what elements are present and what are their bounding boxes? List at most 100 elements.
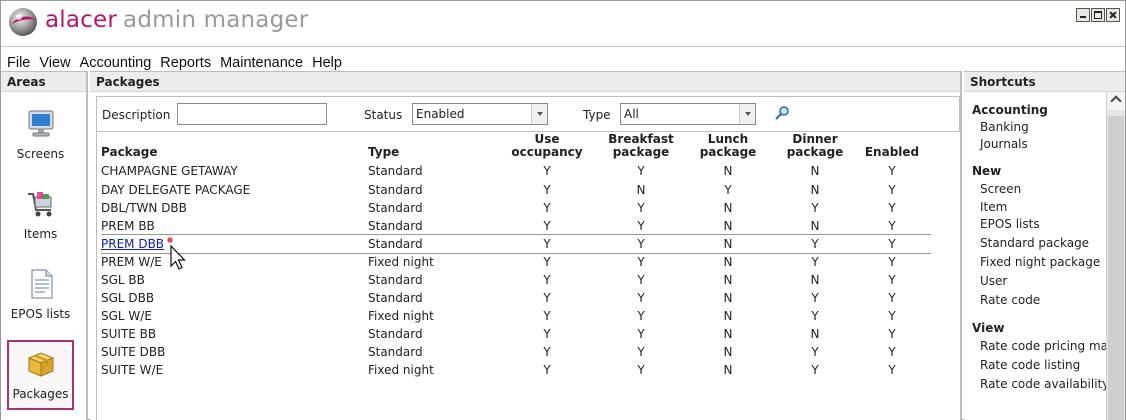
col-breakfast[interactable]: Breakfast package: [601, 133, 681, 159]
cell-breakfast: Y: [637, 237, 645, 251]
search-icon[interactable]: [774, 105, 790, 121]
cell-enabled: Y: [888, 183, 896, 197]
shortcut-group-accounting: Accounting: [972, 103, 1048, 117]
table-row[interactable]: PREM W/E Fixed night Y Y N Y Y: [101, 253, 931, 271]
table-row[interactable]: CHAMPAGNE GETAWAY Standard Y Y N N Y: [101, 162, 931, 180]
type-select[interactable]: All: [620, 103, 756, 125]
menu-help[interactable]: Help: [312, 55, 342, 71]
cell-use-occupancy: Y: [543, 327, 551, 341]
col-package[interactable]: Package: [101, 146, 158, 159]
table-row[interactable]: SUITE BB Standard Y Y N N Y: [101, 325, 931, 343]
alacer-logo-icon: [9, 8, 37, 36]
shortcut-rate-code-availability[interactable]: Rate code availability: [964, 375, 1106, 394]
cell-enabled: Y: [888, 237, 896, 251]
col-use-occupancy-line2: occupancy: [511, 145, 583, 159]
shortcut-rate-code-listing[interactable]: Rate code listing: [964, 356, 1106, 375]
cell-lunch: N: [723, 291, 733, 305]
cell-package: DAY DELEGATE PACKAGE: [101, 183, 251, 197]
shortcut-new-user[interactable]: User: [964, 272, 1106, 291]
table-row[interactable]: SUITE W/E Fixed night Y Y N Y Y: [101, 361, 931, 379]
cell-type: Fixed night: [368, 255, 434, 269]
cell-package: CHAMPAGNE GETAWAY: [101, 164, 238, 178]
brand-primary: alacer: [45, 7, 118, 33]
maximize-button[interactable]: [1091, 8, 1105, 22]
area-epos-lists[interactable]: EPOS lists: [7, 262, 74, 332]
chevron-down-icon[interactable]: [739, 104, 755, 124]
cell-dinner: N: [810, 273, 820, 287]
cell-dinner: Y: [811, 309, 819, 323]
shortcuts-panel: Shortcuts Accounting Banking Journals Ne…: [964, 71, 1125, 420]
cell-lunch: N: [723, 363, 733, 377]
cell-package-link[interactable]: PREM DBB: [101, 237, 164, 251]
col-dinner-line2: package: [786, 145, 844, 159]
cell-use-occupancy: Y: [543, 255, 551, 269]
type-select-value: All: [624, 107, 639, 121]
table-row[interactable]: SGL DBB Standard Y Y N Y Y: [101, 289, 931, 307]
table-row[interactable]: SGL BB Standard Y Y N N Y: [101, 271, 931, 289]
area-packages-label: Packages: [12, 387, 69, 401]
cell-type: Standard: [368, 183, 423, 197]
cell-dinner: Y: [811, 345, 819, 359]
cell-package: SGL W/E: [101, 309, 152, 323]
cell-dinner: Y: [811, 201, 819, 215]
cell-type: Standard: [368, 201, 423, 215]
cell-breakfast: Y: [637, 291, 645, 305]
scroll-up-chevron-icon[interactable]: [1107, 92, 1125, 110]
cell-lunch: Y: [724, 183, 732, 197]
menu-accounting[interactable]: Accounting: [80, 55, 152, 71]
table-row[interactable]: PREM BB Standard Y Y N N Y: [101, 217, 931, 235]
minimize-button[interactable]: [1076, 8, 1090, 22]
window-controls: [1076, 8, 1120, 22]
description-label: Description: [102, 108, 171, 122]
menu-maintenance[interactable]: Maintenance: [220, 55, 303, 71]
description-input[interactable]: [177, 103, 327, 125]
shortcut-new-epos-lists[interactable]: EPOS lists: [964, 215, 1106, 234]
cell-lunch: N: [723, 219, 733, 233]
table-row[interactable]: DBL/TWN DBB Standard Y Y N Y Y: [101, 199, 931, 217]
chevron-down-icon[interactable]: [531, 104, 547, 124]
shortcut-new-screen[interactable]: Screen: [964, 180, 1106, 199]
cell-dinner: N: [810, 164, 820, 178]
col-use-occupancy[interactable]: Use occupancy: [507, 133, 587, 159]
col-enabled[interactable]: Enabled: [862, 146, 922, 159]
cell-lunch: N: [723, 255, 733, 269]
shortcut-rate-code-pricing-map[interactable]: Rate code pricing map: [964, 337, 1106, 356]
area-screens[interactable]: Screens: [7, 102, 74, 172]
col-lunch[interactable]: Lunch package: [688, 133, 768, 159]
packages-title: Packages: [90, 72, 960, 92]
area-items[interactable]: Items: [7, 182, 74, 252]
shortcut-new-item[interactable]: Item: [964, 199, 1106, 215]
cell-package: SGL BB: [101, 273, 145, 287]
cell-type: Fixed night: [368, 309, 434, 323]
shortcut-banking[interactable]: Banking: [964, 119, 1106, 136]
table-row-selected[interactable]: PREM DBB Standard Y Y N Y Y: [101, 234, 931, 254]
table-row[interactable]: SUITE DBB Standard Y Y N Y Y: [101, 343, 931, 361]
cell-dinner: N: [810, 219, 820, 233]
menu-reports[interactable]: Reports: [160, 55, 211, 71]
table-row[interactable]: DAY DELEGATE PACKAGE Standard Y N Y N Y: [101, 181, 931, 199]
cell-lunch: N: [723, 273, 733, 287]
areas-panel: Areas Screens Items EPOS lists Packages: [1, 71, 88, 420]
shortcut-new-standard-package[interactable]: Standard package: [964, 234, 1106, 253]
close-button[interactable]: [1106, 8, 1120, 22]
shortcut-new-fixed-night-package[interactable]: Fixed night package: [964, 253, 1106, 272]
app-title: alacer admin manager: [45, 7, 308, 33]
cell-use-occupancy: Y: [543, 309, 551, 323]
col-type[interactable]: Type: [368, 146, 399, 159]
shortcuts-scrollbar[interactable]: [1106, 92, 1125, 420]
cell-enabled: Y: [888, 363, 896, 377]
status-select[interactable]: Enabled: [412, 103, 548, 125]
menu-file[interactable]: File: [7, 55, 30, 71]
shortcut-journals[interactable]: Journals: [964, 136, 1106, 153]
cell-use-occupancy: Y: [543, 345, 551, 359]
shortcut-new-rate-code[interactable]: Rate code: [964, 291, 1106, 310]
cell-dinner: Y: [811, 255, 819, 269]
areas-title: Areas: [1, 72, 86, 92]
cell-lunch: N: [723, 164, 733, 178]
status-select-value: Enabled: [416, 107, 465, 121]
scrollbar-thumb[interactable]: [1108, 116, 1124, 420]
menu-view[interactable]: View: [39, 55, 70, 71]
col-dinner[interactable]: Dinner package: [775, 133, 855, 159]
table-row[interactable]: SGL W/E Fixed night Y Y N Y Y: [101, 307, 931, 325]
area-packages[interactable]: Packages: [7, 340, 74, 410]
